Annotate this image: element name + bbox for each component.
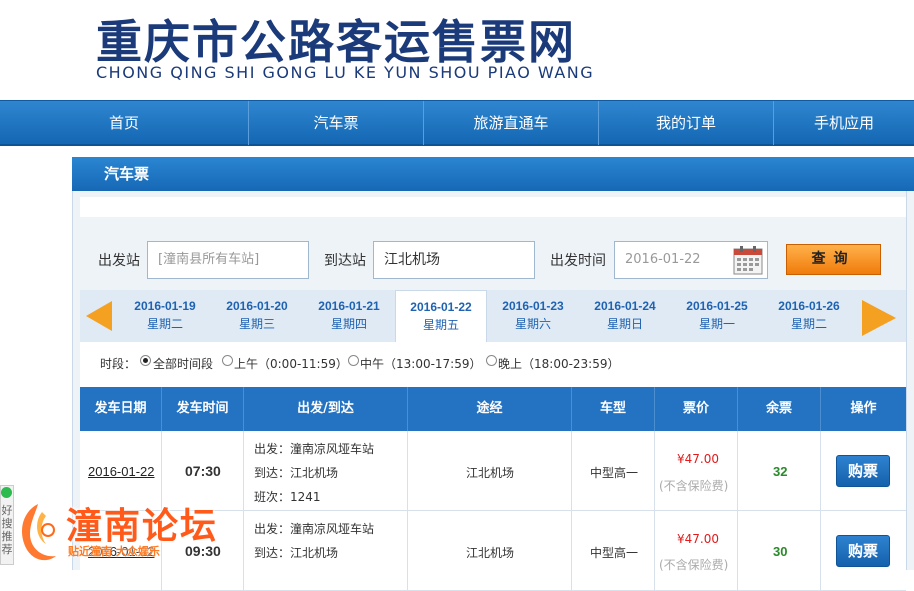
main-nav: 首页 汽车票 旅游直通车 我的订单 手机应用 [0, 100, 914, 146]
buy-ticket-button[interactable]: 购票 [836, 455, 890, 487]
section-title: 汽车票 [104, 165, 150, 183]
nav-item-bus-ticket[interactable]: 汽车票 [249, 101, 424, 145]
col-price: 票价 [655, 387, 738, 431]
row-price-note: (不含保险费) [659, 479, 729, 493]
date-tab-weekday: 星期一 [698, 317, 735, 331]
date-tab[interactable]: 2016-01-25 星期一 [671, 290, 763, 340]
content-top-spacer [80, 197, 906, 217]
row-price-note: (不含保险费) [659, 558, 729, 572]
period-radio-morning[interactable] [222, 355, 233, 366]
date-tab-active[interactable]: 2016-01-22 星期五 [395, 290, 487, 342]
nav-item-tour-express[interactable]: 旅游直通车 [424, 101, 599, 145]
period-option-noon[interactable]: 中午（13:00-17:59） [360, 355, 482, 372]
row-date-link[interactable]: 2016-01-22 [88, 464, 155, 479]
calendar-icon[interactable] [732, 244, 764, 276]
row-time: 07:30 [185, 463, 221, 479]
col-depart-date: 发车日期 [80, 387, 162, 431]
row-via: 江北机场 [466, 546, 515, 560]
period-option-morning[interactable]: 上午（0:00-11:59） [234, 355, 348, 372]
date-tab-date: 2016-01-26 [778, 299, 840, 313]
nav-item-home[interactable]: 首页 [0, 101, 249, 145]
col-from-to: 出发/到达 [244, 387, 408, 431]
row-price: ¥47.00 [677, 452, 719, 466]
date-tab-date: 2016-01-22 [410, 300, 472, 314]
date-tab-weekday: 星期五 [422, 318, 459, 332]
date-tab-weekday: 星期二 [146, 317, 183, 331]
site-header: 重庆市公路客运售票网 CHONG QING SHI GONG LU KE YUN… [0, 0, 914, 100]
date-tab[interactable]: 2016-01-20 星期三 [211, 290, 303, 340]
date-tab-date: 2016-01-20 [226, 299, 288, 313]
col-bus-type: 车型 [572, 387, 655, 431]
row-arrive: 到达：江北机场 [254, 546, 339, 560]
buy-ticket-button[interactable]: 购票 [836, 535, 890, 567]
depart-date-label: 出发时间 [550, 253, 606, 269]
row-depart: 出发：潼南凉风垭车站 [254, 442, 375, 456]
row-bus-type: 中型高一 [590, 466, 639, 480]
date-tab-date: 2016-01-25 [686, 299, 748, 313]
watermark-title: 潼南论坛 [66, 506, 219, 547]
col-via: 途经 [408, 387, 572, 431]
period-radio-evening[interactable] [486, 355, 497, 366]
nav-item-mobile-app[interactable]: 手机应用 [774, 101, 914, 145]
nav-item-my-orders[interactable]: 我的订单 [599, 101, 774, 145]
row-trip-no: 班次：1241 [254, 490, 321, 504]
date-tab-weekday: 星期日 [606, 317, 643, 331]
next-dates-arrow-icon[interactable] [862, 300, 896, 336]
to-station-label: 到达站 [324, 253, 366, 269]
site-title-pinyin: CHONG QING SHI GONG LU KE YUN SHOU PIAO … [96, 63, 595, 82]
date-tab-date: 2016-01-21 [318, 299, 380, 313]
period-label: 时段： [100, 357, 137, 371]
row-price: ¥47.00 [677, 532, 719, 546]
period-radio-noon[interactable] [348, 355, 359, 366]
date-tab-date: 2016-01-24 [594, 299, 656, 313]
date-tab[interactable]: 2016-01-19 星期二 [119, 290, 211, 340]
status-dot-icon [1, 487, 12, 498]
date-tab[interactable]: 2016-01-24 星期日 [579, 290, 671, 340]
period-radio-all[interactable] [140, 355, 151, 366]
section-header: 汽车票 [72, 157, 914, 191]
content-right-edge [906, 191, 914, 570]
to-station-input[interactable]: 江北机场 [373, 241, 535, 279]
watermark-subtitle: 贴近潼南 大众娱乐 [68, 545, 160, 558]
row-via: 江北机场 [466, 466, 515, 480]
date-tab[interactable]: 2016-01-21 星期四 [303, 290, 395, 340]
date-tab[interactable]: 2016-01-23 星期六 [487, 290, 579, 340]
query-button[interactable]: 查询 [786, 244, 881, 275]
col-depart-time: 发车时间 [162, 387, 244, 431]
date-tab-date: 2016-01-23 [502, 299, 564, 313]
col-seats: 余票 [738, 387, 821, 431]
row-depart: 出发：潼南凉风垭车站 [254, 522, 375, 536]
row-seats: 32 [773, 464, 788, 479]
date-tab-weekday: 星期六 [514, 317, 551, 331]
date-tab-weekday: 星期二 [790, 317, 827, 331]
col-action: 操作 [850, 401, 877, 416]
row-seats: 30 [773, 544, 788, 559]
from-station-label: 出发站 [98, 253, 140, 269]
period-option-evening[interactable]: 晚上（18:00-23:59） [498, 355, 620, 372]
date-tab-weekday: 星期四 [330, 317, 367, 331]
date-tab[interactable]: 2016-01-26 星期二 [763, 290, 855, 340]
date-tab-weekday: 星期三 [238, 317, 275, 331]
row-arrive: 到达：江北机场 [254, 466, 339, 480]
row-bus-type: 中型高一 [590, 546, 639, 560]
from-station-input[interactable]: [潼南县所有车站] [147, 241, 309, 279]
period-option-all[interactable]: 全部时间段 [153, 355, 213, 372]
date-tab-date: 2016-01-19 [134, 299, 196, 313]
forum-logo-icon [22, 504, 56, 561]
prev-dates-arrow-icon[interactable] [86, 301, 112, 331]
